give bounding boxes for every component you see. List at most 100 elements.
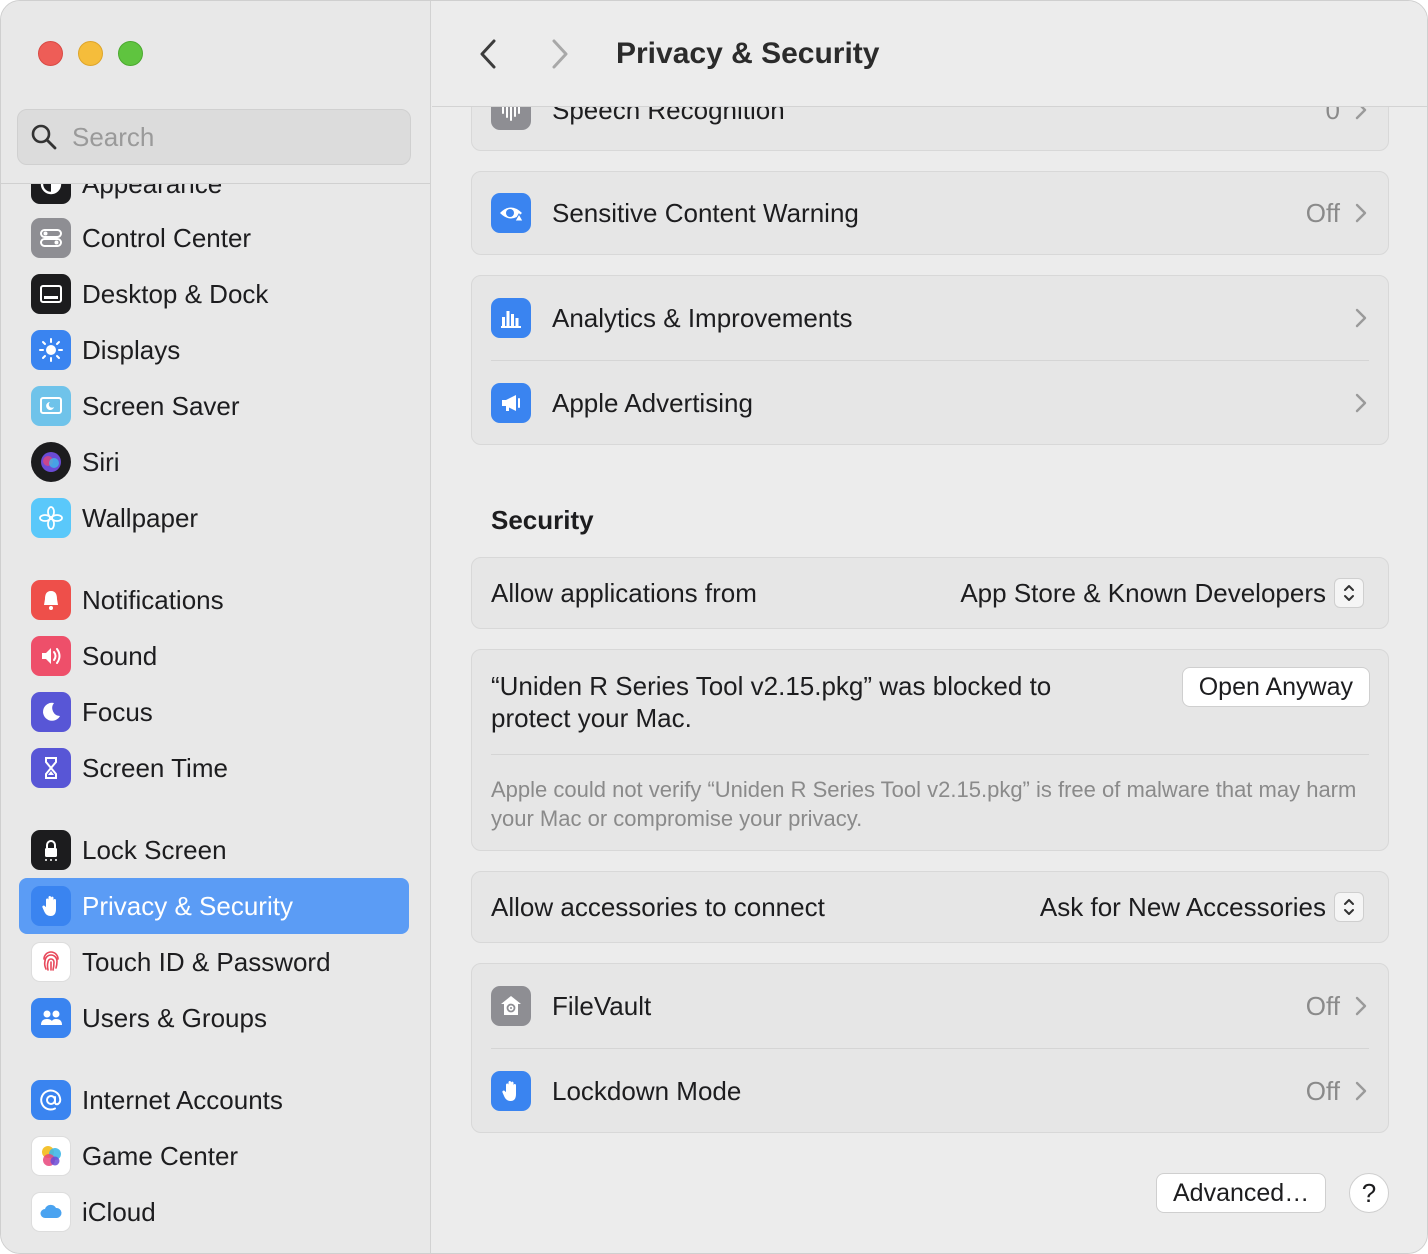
sidebar-item-label: Control Center bbox=[82, 222, 252, 253]
main-pane: Privacy & Security Speech Recognition 0 bbox=[432, 1, 1427, 1253]
chevron-updown-icon bbox=[1344, 899, 1354, 915]
chevron-right-icon bbox=[552, 39, 568, 68]
page-title: Privacy & Security bbox=[616, 36, 880, 70]
sensitive-content-row[interactable]: Sensitive Content Warning Off bbox=[472, 172, 1388, 254]
analytics-row[interactable]: Analytics & Improvements bbox=[472, 276, 1388, 360]
sidebar-item-desktop-dock[interactable]: Desktop & Dock bbox=[19, 266, 409, 322]
sidebar-item-label: Wallpaper bbox=[82, 502, 199, 533]
search-input[interactable] bbox=[72, 121, 410, 153]
sensitive-content-label: Sensitive Content Warning bbox=[552, 197, 859, 228]
sidebar-list-viewport[interactable]: Appearance Control Center Desktop & Dock bbox=[1, 184, 430, 1253]
advanced-button[interactable]: Advanced… bbox=[1156, 1173, 1327, 1213]
accessories-popup-button[interactable] bbox=[1334, 892, 1364, 922]
sidebar-item-privacy-security[interactable]: Privacy & Security bbox=[19, 878, 409, 934]
blocked-app-detail: Apple could not verify “Uniden R Series … bbox=[491, 777, 1357, 831]
sidebar-item-siri[interactable]: Siri bbox=[19, 434, 409, 490]
chevron-right-icon bbox=[1355, 107, 1367, 120]
sensitive-content-card: Sensitive Content Warning Off bbox=[471, 171, 1389, 255]
lockdown-row[interactable]: Lockdown Mode Off bbox=[472, 1049, 1388, 1133]
allow-apps-card: Allow applications from App Store & Know… bbox=[471, 557, 1389, 629]
sidebar-item-label: Displays bbox=[82, 334, 181, 365]
cloud-icon bbox=[31, 1192, 71, 1232]
sidebar-item-control-center[interactable]: Control Center bbox=[19, 210, 409, 266]
sidebar-item-game-center[interactable]: Game Center bbox=[19, 1128, 409, 1184]
chevron-left-icon bbox=[480, 39, 496, 68]
sidebar-item-notifications[interactable]: Notifications bbox=[19, 572, 409, 628]
lockdown-value: Off bbox=[1305, 1075, 1340, 1106]
sidebar-item-label: Desktop & Dock bbox=[82, 278, 269, 309]
allow-apps-row: Allow applications from App Store & Know… bbox=[472, 558, 1388, 628]
blocked-app-message: “Uniden R Series Tool v2.15.pkg” was blo… bbox=[491, 671, 1052, 733]
search-icon bbox=[31, 124, 57, 150]
chevron-right-icon bbox=[1355, 393, 1367, 413]
minimize-window-button[interactable] bbox=[78, 41, 103, 66]
forward-button[interactable] bbox=[540, 34, 580, 74]
sidebar-item-label: Game Center bbox=[82, 1140, 239, 1171]
filevault-house-icon bbox=[491, 986, 531, 1026]
sidebar-item-label: Sound bbox=[82, 640, 158, 671]
fingerprint-icon bbox=[31, 942, 71, 982]
allow-apps-popup-button[interactable] bbox=[1334, 578, 1364, 608]
chevron-right-icon bbox=[1355, 1081, 1367, 1101]
zoom-window-button[interactable] bbox=[118, 41, 143, 66]
hand-raised-icon bbox=[491, 1071, 531, 1111]
notifications-icon bbox=[31, 580, 71, 620]
displays-icon bbox=[31, 330, 71, 370]
bar-chart-icon bbox=[491, 298, 531, 338]
eye-warning-icon bbox=[491, 193, 531, 233]
help-button[interactable]: ? bbox=[1349, 1173, 1389, 1213]
sidebar-item-label: Internet Accounts bbox=[82, 1084, 283, 1115]
close-window-button[interactable] bbox=[38, 41, 63, 66]
sidebar-item-icloud[interactable]: iCloud bbox=[19, 1184, 409, 1240]
sidebar-item-lock-screen[interactable]: Lock Screen bbox=[19, 822, 409, 878]
sidebar-item-users-groups[interactable]: Users & Groups bbox=[19, 990, 409, 1046]
accessories-select[interactable]: Ask for New Accessories bbox=[1040, 892, 1326, 923]
filevault-label: FileVault bbox=[552, 990, 652, 1021]
siri-icon bbox=[31, 442, 71, 482]
speech-recognition-value: 0 bbox=[1325, 107, 1340, 125]
blocked-app-card: “Uniden R Series Tool v2.15.pkg” was blo… bbox=[471, 649, 1389, 851]
game-center-icon bbox=[31, 1136, 71, 1176]
lockdown-label: Lockdown Mode bbox=[552, 1075, 742, 1106]
waveform-icon bbox=[491, 107, 531, 130]
sidebar-item-internet-accounts[interactable]: Internet Accounts bbox=[19, 1072, 409, 1128]
sidebar-item-label: Appearance bbox=[82, 184, 222, 200]
sidebar-item-displays[interactable]: Displays bbox=[19, 322, 409, 378]
filevault-value: Off bbox=[1305, 990, 1340, 1021]
analytics-advertising-card: Analytics & Improvements Apple Advertisi… bbox=[471, 275, 1389, 445]
chevron-right-icon bbox=[1355, 308, 1367, 328]
filevault-row[interactable]: FileVault Off bbox=[472, 964, 1388, 1048]
toolbar: Privacy & Security bbox=[432, 1, 1427, 107]
sidebar-item-appearance[interactable]: Appearance bbox=[19, 184, 409, 212]
back-button[interactable] bbox=[468, 34, 508, 74]
window-controls bbox=[38, 41, 143, 66]
users-icon bbox=[31, 998, 71, 1038]
sidebar-item-focus[interactable]: Focus bbox=[19, 684, 409, 740]
chevron-right-icon bbox=[1355, 996, 1367, 1016]
analytics-label: Analytics & Improvements bbox=[552, 302, 853, 333]
speech-recognition-label: Speech Recognition bbox=[552, 107, 785, 125]
advertising-row[interactable]: Apple Advertising bbox=[472, 361, 1388, 445]
settings-scroll-area[interactable]: Speech Recognition 0 Sensitive Content W… bbox=[432, 107, 1427, 1253]
sidebar-item-label: Lock Screen bbox=[82, 834, 227, 865]
speech-recognition-row[interactable]: Speech Recognition 0 bbox=[472, 107, 1388, 152]
appearance-icon bbox=[31, 184, 71, 204]
sidebar-item-screen-saver[interactable]: Screen Saver bbox=[19, 378, 409, 434]
megaphone-icon bbox=[491, 383, 531, 423]
sidebar: Appearance Control Center Desktop & Dock bbox=[1, 1, 431, 1253]
screen-saver-icon bbox=[31, 386, 71, 426]
wallpaper-icon bbox=[31, 498, 71, 538]
sidebar-item-screen-time[interactable]: Screen Time bbox=[19, 740, 409, 796]
desktop-dock-icon bbox=[31, 274, 71, 314]
search-field[interactable] bbox=[17, 109, 411, 165]
chevron-updown-icon bbox=[1344, 585, 1354, 601]
sidebar-item-touch-id[interactable]: Touch ID & Password bbox=[19, 934, 409, 990]
sidebar-item-sound[interactable]: Sound bbox=[19, 628, 409, 684]
sidebar-item-wallpaper[interactable]: Wallpaper bbox=[19, 490, 409, 546]
allow-apps-select[interactable]: App Store & Known Developers bbox=[960, 578, 1326, 609]
open-anyway-button[interactable]: Open Anyway bbox=[1181, 667, 1370, 707]
sidebar-item-label: Users & Groups bbox=[82, 1002, 267, 1033]
accessories-card: Allow accessories to connect Ask for New… bbox=[471, 871, 1389, 943]
sidebar-item-label: Touch ID & Password bbox=[82, 946, 331, 977]
security-section-title: Security bbox=[491, 505, 594, 535]
